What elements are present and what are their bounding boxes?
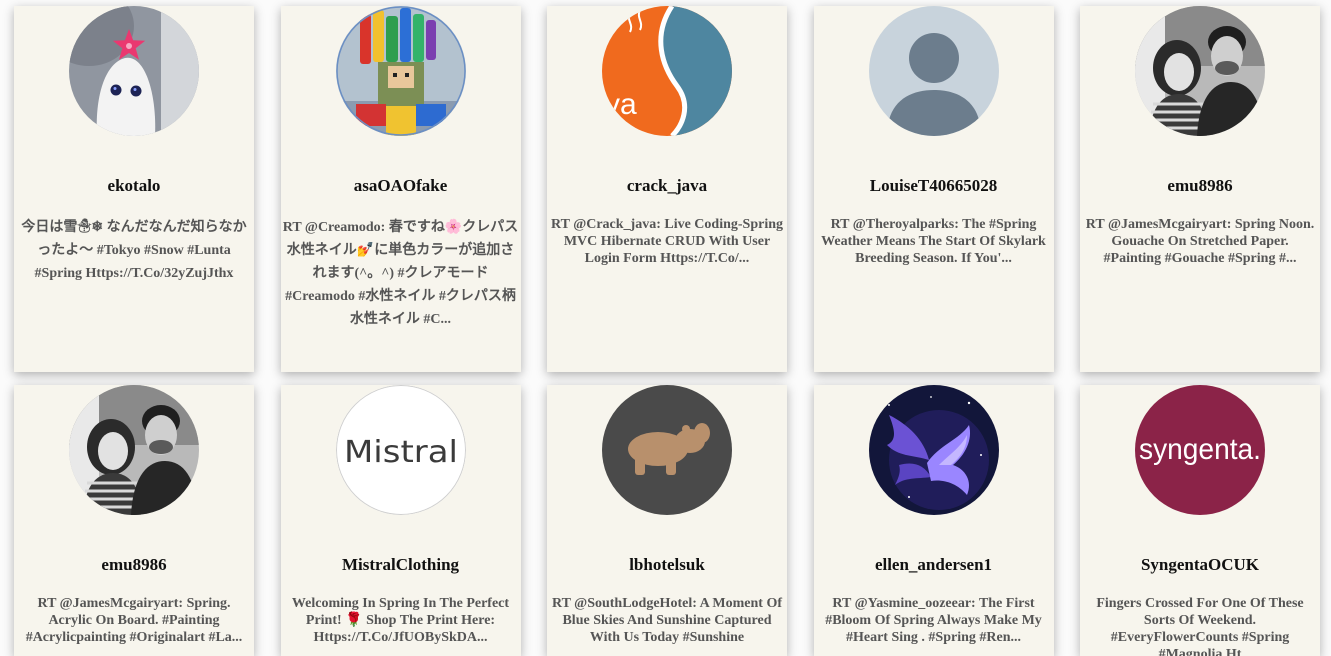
tweet-card[interactable]: syngenta. SyngentaOCUK Fingers Crossed F… bbox=[1080, 385, 1320, 656]
user-avatar[interactable] bbox=[868, 385, 999, 515]
tweet-text: RT @SouthLodgeHotel: A Moment Of Blue Sk… bbox=[551, 596, 783, 645]
user-avatar[interactable]: va bbox=[602, 6, 732, 136]
tweet-text: RT @Crack_java: Live Coding-Spring MVC H… bbox=[550, 217, 783, 266]
tweet-text: RT @JamesMcgairyart: Spring. Acrylic On … bbox=[25, 596, 243, 645]
user-avatar[interactable]: Mistral bbox=[335, 385, 466, 515]
user-avatar[interactable] bbox=[868, 6, 999, 136]
tweet-card[interactable]: ellen_andersen1 RT @Yasmine_oozeear: The… bbox=[813, 385, 1054, 656]
tweet-text: 今日は雪☃❄ なんだなんだ知らなかったよ〜 #Tokyo #Snow #Lunt… bbox=[21, 220, 247, 281]
avatar-logo-text: va bbox=[605, 88, 637, 121]
tweet-card[interactable]: Mistral MistralClothing Welcoming In Spr… bbox=[280, 385, 521, 656]
tweet-text: RT @JamesMcgairyart: Spring Noon. Gouach… bbox=[1085, 217, 1315, 266]
tweet-card[interactable]: emu8986 RT @JamesMcgairyart: Spring. Acr… bbox=[14, 385, 254, 656]
username[interactable]: LouiseT40665028 bbox=[814, 176, 1054, 196]
tweet-card[interactable]: emu8986 RT @JamesMcgairyart: Spring Noon… bbox=[1080, 6, 1320, 372]
tweet-text: RT @Yasmine_oozeear: The First #Bloom Of… bbox=[825, 596, 1042, 645]
tweet-text: Welcoming In Spring In The Perfect Print… bbox=[291, 596, 510, 645]
username[interactable]: SyngentaOCUK bbox=[1080, 555, 1320, 575]
username[interactable]: ellen_andersen1 bbox=[814, 555, 1054, 575]
user-avatar[interactable] bbox=[335, 6, 466, 136]
hippo-logo-avatar bbox=[602, 385, 732, 515]
tweet-text: Fingers Crossed For One Of These Sorts O… bbox=[1096, 596, 1304, 656]
username[interactable]: emu8986 bbox=[14, 555, 254, 575]
user-avatar[interactable] bbox=[602, 385, 732, 515]
avatar-logo-text: Mistral bbox=[344, 435, 458, 470]
username[interactable]: crack_java bbox=[547, 176, 787, 196]
user-avatar[interactable] bbox=[1135, 6, 1265, 136]
username[interactable]: ekotalo bbox=[14, 176, 254, 196]
avatar-image bbox=[1135, 6, 1265, 136]
tweet-card[interactable]: ekotalo 今日は雪☃❄ なんだなんだ知らなかったよ〜 #Tokyo #Sn… bbox=[14, 6, 254, 372]
tweet-wall-grid: ekotalo 今日は雪☃❄ なんだなんだ知らなかったよ〜 #Tokyo #Sn… bbox=[14, 6, 1320, 656]
avatar-image bbox=[335, 6, 466, 136]
avatar-image bbox=[69, 385, 199, 515]
user-avatar[interactable]: syngenta. bbox=[1135, 385, 1265, 515]
tweet-text: RT @Creamodo: 春ですね🌸クレパス水性ネイル💅に単色カラーが追加され… bbox=[282, 220, 519, 327]
username[interactable]: lbhotelsuk bbox=[547, 555, 787, 575]
tweet-text: RT @Theroyalparks: The #Spring Weather M… bbox=[821, 217, 1046, 266]
avatar-image bbox=[868, 385, 999, 515]
username[interactable]: asaOAOfake bbox=[281, 176, 521, 196]
tweet-card[interactable]: LouiseT40665028 RT @Theroyalparks: The #… bbox=[813, 6, 1054, 372]
tweet-card[interactable]: lbhotelsuk RT @SouthLodgeHotel: A Moment… bbox=[547, 385, 787, 656]
avatar-image: va bbox=[602, 6, 732, 136]
tweet-card[interactable]: asaOAOfake RT @Creamodo: 春ですね🌸クレパス水性ネイル💅… bbox=[280, 6, 521, 372]
avatar-logo-text: syngenta. bbox=[1139, 433, 1261, 466]
user-avatar[interactable] bbox=[69, 385, 199, 515]
brand-logo-avatar: syngenta. bbox=[1135, 385, 1265, 515]
default-avatar-icon bbox=[868, 6, 999, 136]
username[interactable]: MistralClothing bbox=[281, 555, 521, 575]
username[interactable]: emu8986 bbox=[1080, 176, 1320, 196]
tweet-card[interactable]: va crack_java RT @Crack_java: Live Codin… bbox=[547, 6, 787, 372]
avatar-image bbox=[69, 6, 199, 136]
user-avatar[interactable] bbox=[69, 6, 199, 136]
brand-logo-avatar: Mistral bbox=[335, 385, 466, 515]
